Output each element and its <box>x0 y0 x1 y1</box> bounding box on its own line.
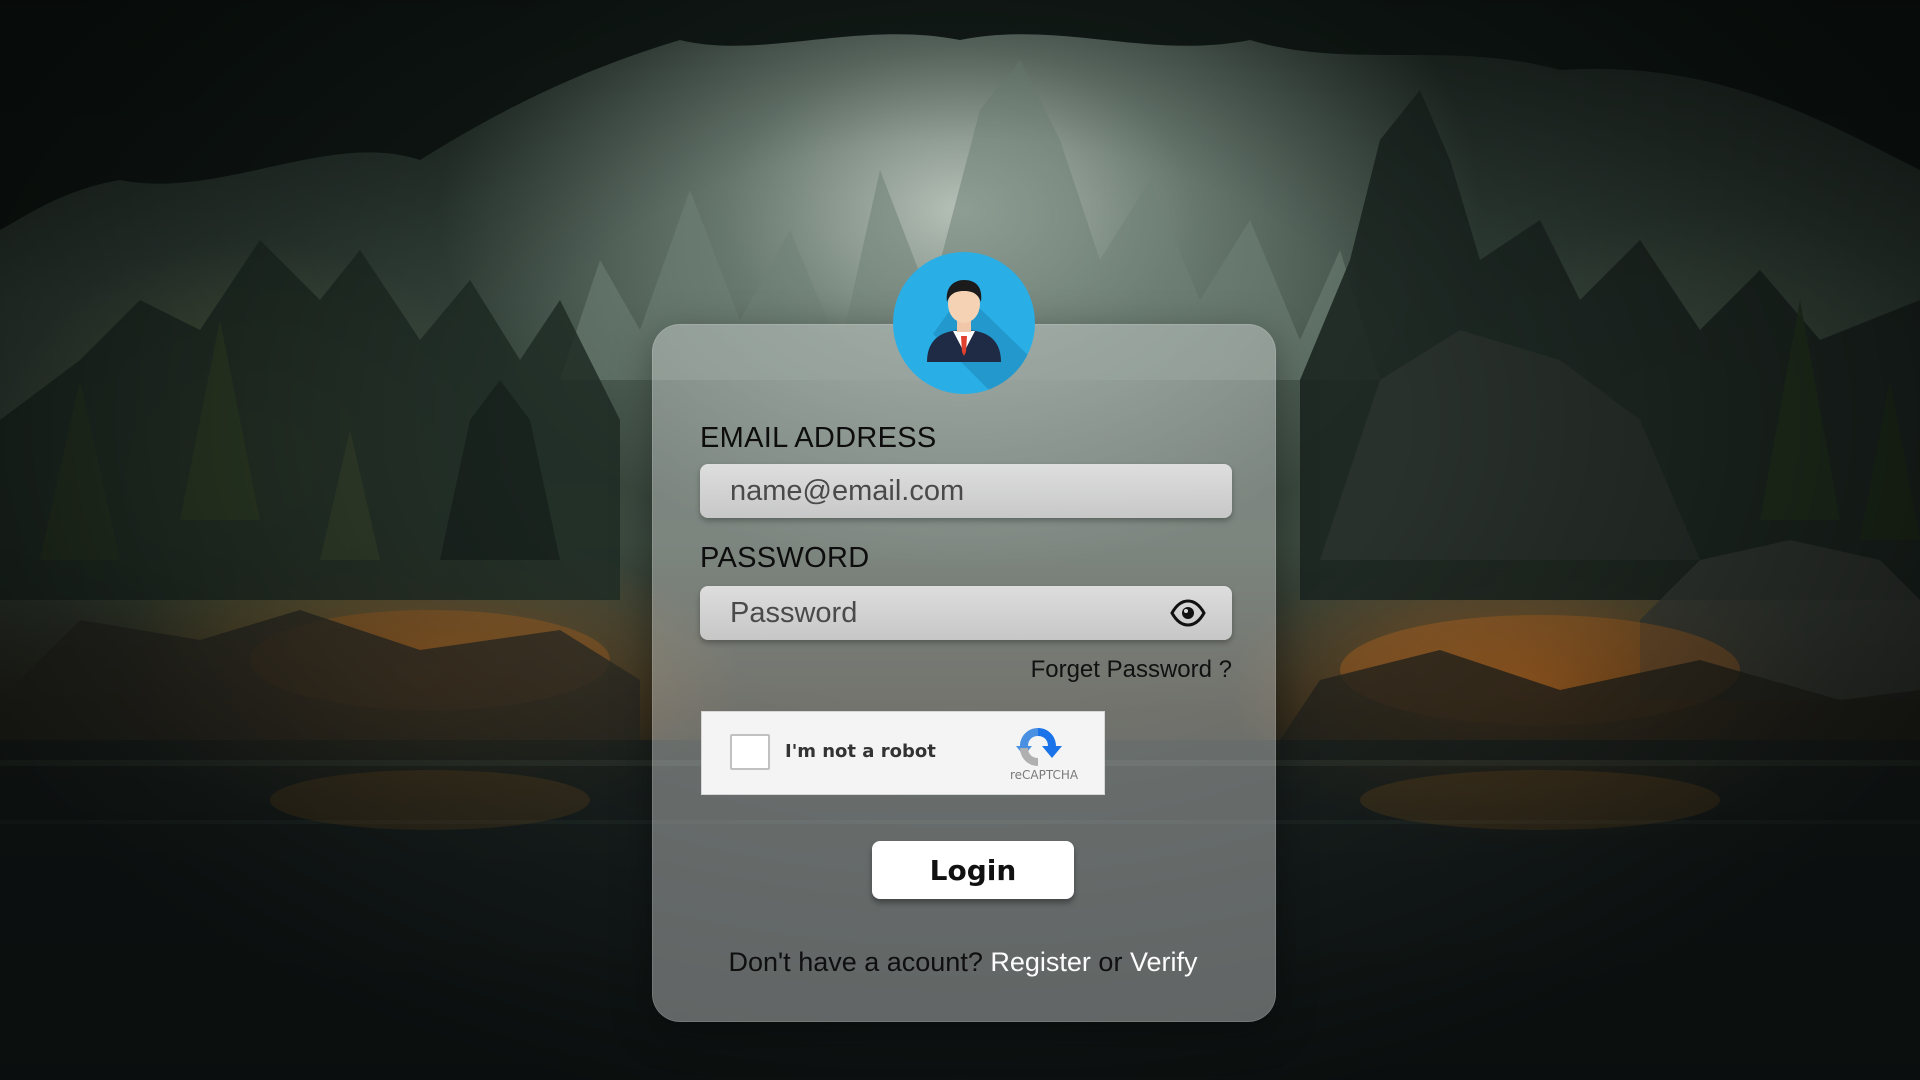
captcha-checkbox[interactable] <box>730 734 770 770</box>
email-field-container <box>700 464 1232 518</box>
password-label: PASSWORD <box>700 542 870 574</box>
login-button[interactable]: Login <box>872 841 1074 899</box>
recaptcha-logo-icon <box>1016 728 1062 766</box>
recaptcha-widget: I'm not a robot reCAPTCHA <box>701 711 1105 795</box>
verify-link[interactable]: Verify <box>1130 947 1198 977</box>
eye-icon[interactable] <box>1170 598 1206 628</box>
email-input[interactable] <box>730 464 1170 518</box>
user-avatar-icon <box>893 252 1035 394</box>
email-label: EMAIL ADDRESS <box>700 422 937 454</box>
footer-prompt: Don't have a acount? <box>728 947 983 977</box>
forget-password-link[interactable]: Forget Password ? <box>1031 656 1232 684</box>
register-footer: Don't have a acount? Register or Verify <box>652 947 1274 978</box>
or-text: or <box>1098 947 1123 977</box>
captcha-label: I'm not a robot <box>785 741 936 762</box>
captcha-brand: reCAPTCHA <box>1010 768 1079 782</box>
password-input[interactable] <box>730 586 1170 640</box>
password-field-container <box>700 586 1232 640</box>
register-link[interactable]: Register <box>990 947 1091 977</box>
